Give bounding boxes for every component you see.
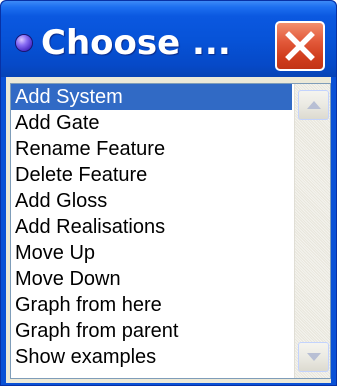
list-item-add-system[interactable]: Add System [11, 84, 292, 110]
list-item-move-up[interactable]: Move Up [11, 240, 292, 266]
options-listbox[interactable]: Add System Add Gate Rename Feature Delet… [10, 83, 331, 379]
options-list: Add System Add Gate Rename Feature Delet… [11, 84, 292, 370]
scroll-up-button[interactable] [298, 90, 329, 120]
window-menu-orb-icon[interactable] [16, 35, 32, 51]
list-item-graph-from-parent[interactable]: Graph from parent [11, 318, 292, 344]
list-item-graph-from-here[interactable]: Graph from here [11, 292, 292, 318]
window-title: Choose ... [41, 23, 231, 63]
list-item-delete-feature[interactable]: Delete Feature [11, 162, 292, 188]
vertical-scrollbar[interactable] [294, 84, 330, 378]
scroll-down-button[interactable] [298, 342, 329, 372]
arrow-down-icon [307, 353, 321, 361]
close-button[interactable] [275, 21, 325, 71]
list-item-add-gate[interactable]: Add Gate [11, 110, 292, 136]
list-item-move-down[interactable]: Move Down [11, 266, 292, 292]
list-item-show-examples[interactable]: Show examples [11, 344, 292, 370]
list-item-rename-feature[interactable]: Rename Feature [11, 136, 292, 162]
title-bar[interactable]: Choose ... [1, 1, 336, 77]
close-x-icon [285, 31, 315, 61]
arrow-up-icon [307, 101, 321, 109]
list-item-add-gloss[interactable]: Add Gloss [11, 188, 292, 214]
list-item-add-realisations[interactable]: Add Realisations [11, 214, 292, 240]
